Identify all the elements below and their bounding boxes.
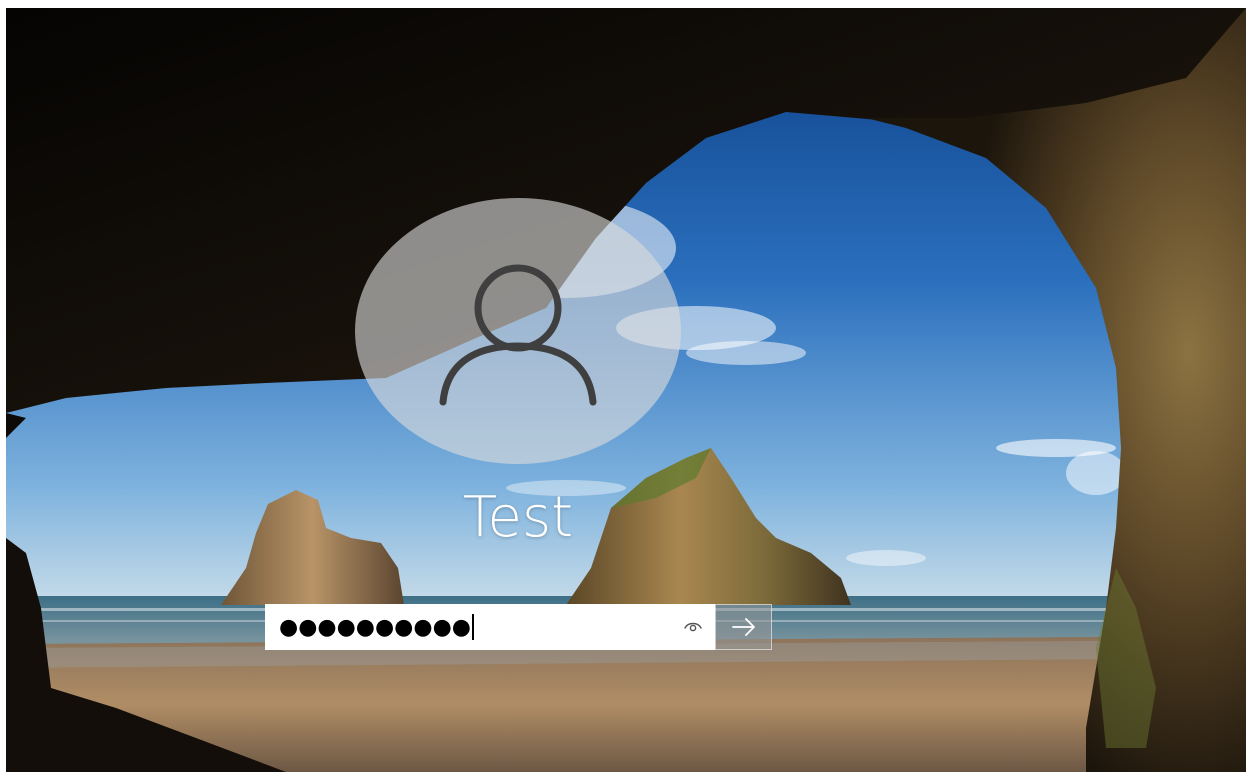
username-label: Test: [462, 485, 574, 550]
submit-button[interactable]: [715, 604, 772, 650]
password-dots: ●●●●●●●●●●: [279, 614, 471, 640]
reveal-password-button[interactable]: [673, 606, 713, 648]
lock-screen: Test ●●●●●●●●●●: [6, 8, 1246, 772]
eye-icon: [684, 622, 702, 632]
password-row: ●●●●●●●●●●: [265, 604, 772, 650]
password-field[interactable]: ●●●●●●●●●●: [265, 604, 715, 650]
user-avatar: [355, 198, 681, 464]
arrow-right-icon: [731, 618, 755, 636]
password-input[interactable]: ●●●●●●●●●●: [267, 606, 673, 648]
text-caret: [471, 614, 474, 640]
user-silhouette-icon: [439, 264, 597, 406]
